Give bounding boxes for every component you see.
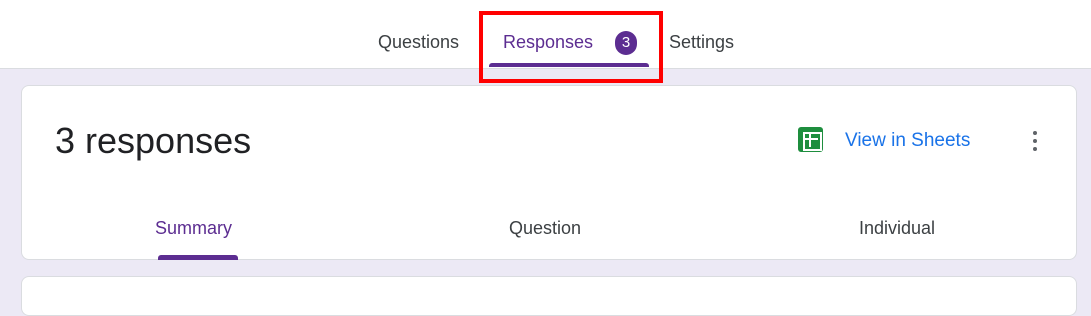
top-tab-bar: Questions Responses 3 Settings	[0, 0, 1091, 69]
tab-questions[interactable]: Questions	[378, 31, 459, 53]
subtab-summary-active-indicator	[158, 255, 238, 260]
view-in-sheets-link[interactable]: View in Sheets	[845, 130, 970, 152]
more-vert-icon[interactable]	[1025, 128, 1045, 154]
responses-summary-card: 3 responses View in Sheets Summary Quest…	[21, 85, 1077, 260]
response-count-title: 3 responses	[55, 120, 252, 161]
next-card	[21, 276, 1077, 316]
tab-responses-active-indicator	[489, 63, 649, 67]
responses-count-badge: 3	[615, 31, 637, 55]
subtab-individual[interactable]: Individual	[859, 217, 935, 239]
subtab-summary[interactable]: Summary	[155, 217, 232, 239]
google-sheets-icon[interactable]	[798, 127, 823, 152]
tab-responses[interactable]: Responses	[503, 31, 593, 53]
subtab-question[interactable]: Question	[509, 217, 581, 239]
tab-settings[interactable]: Settings	[669, 31, 734, 53]
